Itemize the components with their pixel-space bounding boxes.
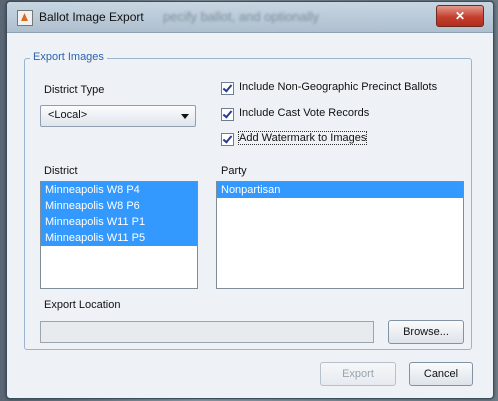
list-item[interactable]: Minneapolis W8 P4 [41, 182, 197, 198]
export-location-field[interactable] [40, 321, 374, 343]
district-type-label: District Type [44, 84, 105, 96]
list-item[interactable]: Minneapolis W11 P5 [41, 230, 197, 246]
list-item[interactable]: Nonpartisan [217, 182, 463, 198]
checkbox-checked-icon [221, 133, 234, 146]
district-type-select[interactable]: <Local> [40, 105, 196, 127]
checkbox-checked-icon [221, 82, 234, 95]
export-button[interactable]: Export [320, 362, 396, 386]
party-list[interactable]: Nonpartisan [216, 181, 464, 289]
chevron-down-icon [181, 114, 189, 119]
app-icon [17, 10, 33, 26]
close-button[interactable]: ✕ [436, 5, 484, 27]
browse-button[interactable]: Browse... [388, 320, 464, 344]
window-title: Ballot Image Export [39, 10, 144, 24]
cancel-button[interactable]: Cancel [409, 362, 473, 386]
close-icon: ✕ [454, 9, 466, 23]
export-location-label: Export Location [44, 299, 121, 311]
list-item[interactable]: Minneapolis W11 P1 [41, 214, 197, 230]
checkbox-checked-icon [221, 108, 234, 121]
checkbox-label: Include Cast Vote Records [239, 107, 370, 119]
district-type-value: <Local> [48, 109, 88, 121]
group-title: Export Images [30, 51, 107, 63]
title-overlay-text: pecify ballot, and optionally [163, 9, 320, 24]
checkbox-label: Include Non-Geographic Precinct Ballots [239, 81, 438, 93]
checkbox-label: Add Watermark to Images [237, 131, 368, 145]
district-label: District [44, 165, 78, 177]
party-label: Party [221, 165, 247, 177]
title-bar[interactable]: Ballot Image Export pecify ballot, and o… [7, 2, 493, 33]
district-list[interactable]: Minneapolis W8 P4 Minneapolis W8 P6 Minn… [40, 181, 198, 289]
list-item[interactable]: Minneapolis W8 P6 [41, 198, 197, 214]
